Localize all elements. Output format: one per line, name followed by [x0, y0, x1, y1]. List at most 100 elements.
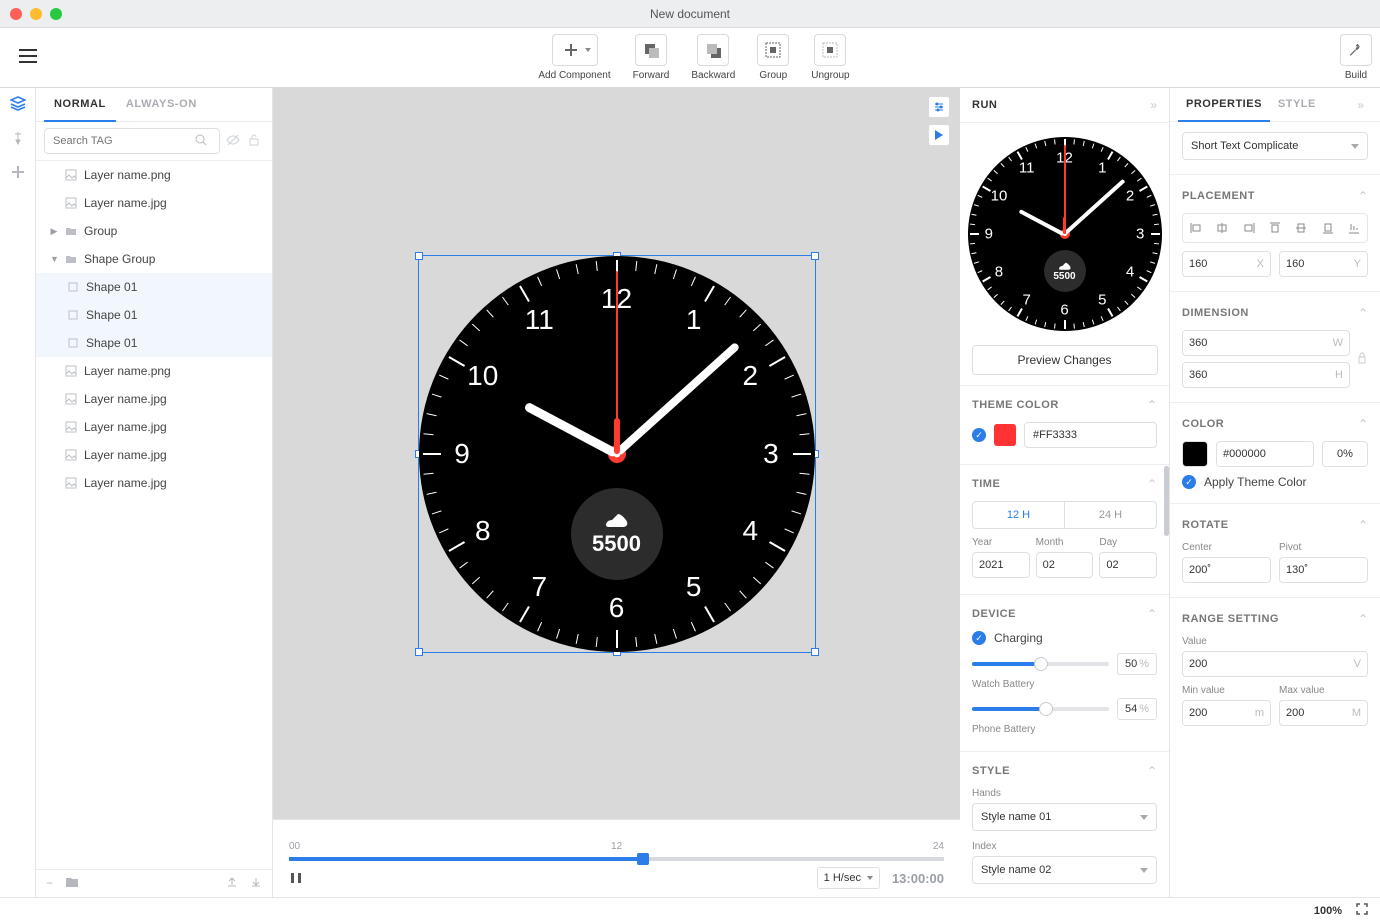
max-input[interactable]: 200M — [1279, 700, 1368, 726]
tab-properties[interactable]: PROPERTIES — [1178, 88, 1270, 122]
backward-button[interactable]: Backward — [691, 34, 735, 81]
collapse-section-icon[interactable]: ⌃ — [1358, 189, 1368, 203]
forward-button[interactable]: Forward — [633, 34, 670, 81]
width-input[interactable]: 360W — [1182, 330, 1350, 356]
tab-style[interactable]: STYLE — [1270, 88, 1324, 121]
collapse-section-icon[interactable]: ⌃ — [1358, 518, 1368, 532]
collapse-props-icon[interactable]: » — [1357, 98, 1372, 112]
layer-group[interactable]: ▶ Group — [36, 217, 272, 245]
layer-item[interactable]: Layer name.jpg — [36, 385, 272, 413]
align-center-h-icon[interactable] — [1211, 218, 1233, 238]
selection-box[interactable]: 5500 123456789101112 — [418, 255, 816, 653]
timeline-ruler[interactable]: 00 12 24 — [289, 841, 944, 861]
tab-always-on[interactable]: ALWAYS-ON — [116, 88, 207, 121]
layer-item[interactable]: Layer name.jpg — [36, 189, 272, 217]
theme-color-swatch[interactable] — [994, 424, 1016, 446]
layer-item[interactable]: Layer name.jpg — [36, 441, 272, 469]
align-center-v-icon[interactable] — [1290, 218, 1312, 238]
group-button[interactable]: Group — [757, 34, 789, 81]
phone-battery-slider[interactable] — [972, 707, 1109, 711]
align-top-icon[interactable] — [1264, 218, 1286, 238]
caret-down-icon[interactable]: ▼ — [50, 254, 58, 264]
y-input[interactable]: 160Y — [1279, 251, 1368, 277]
playback-rate-select[interactable]: 1 H/sec — [817, 867, 880, 889]
menu-button[interactable] — [19, 49, 37, 66]
add-component-button[interactable]: Add Component — [538, 34, 610, 81]
color-hex-input[interactable]: #000000 — [1216, 441, 1314, 467]
search-input[interactable] — [53, 135, 195, 147]
day-input[interactable]: 02 — [1099, 552, 1157, 578]
height-input[interactable]: 360H — [1182, 362, 1350, 388]
watch-battery-input[interactable]: 50% — [1117, 653, 1157, 675]
fullscreen-icon[interactable] — [1356, 903, 1368, 918]
add-rail-icon[interactable] — [10, 164, 26, 180]
collapse-section-icon[interactable]: ⌃ — [1147, 764, 1157, 778]
new-folder-icon[interactable] — [65, 876, 79, 891]
opacity-input[interactable]: 0% — [1322, 441, 1368, 467]
seg-24h[interactable]: 24 H — [1065, 502, 1156, 528]
visibility-toggle-icon[interactable] — [226, 133, 242, 150]
collapse-section-icon[interactable]: ⌃ — [1358, 612, 1368, 626]
watch-battery-slider[interactable] — [972, 662, 1109, 666]
canvas[interactable]: 5500 123456789101112 — [273, 88, 960, 819]
resize-handle[interactable] — [415, 252, 423, 260]
preview-changes-button[interactable]: Preview Changes — [972, 345, 1158, 375]
align-bottom-icon[interactable] — [1317, 218, 1339, 238]
layer-item[interactable]: Shape 01 — [36, 273, 272, 301]
build-button[interactable]: Build — [1340, 34, 1372, 81]
close-window-button[interactable] — [10, 8, 22, 20]
resize-handle[interactable] — [811, 252, 819, 260]
theme-color-enabled-checkbox[interactable] — [972, 428, 986, 442]
collapse-section-icon[interactable]: ⌃ — [1147, 607, 1157, 621]
align-left-icon[interactable] — [1185, 218, 1207, 238]
layer-group[interactable]: ▼ Shape Group — [36, 245, 272, 273]
layer-item[interactable]: Layer name.png — [36, 357, 272, 385]
month-input[interactable]: 02 — [1036, 552, 1094, 578]
min-input[interactable]: 200m — [1182, 700, 1271, 726]
pin-rail-icon[interactable] — [10, 130, 26, 146]
color-swatch[interactable] — [1182, 441, 1208, 467]
seg-12h[interactable]: 12 H — [973, 502, 1065, 528]
layer-item[interactable]: Shape 01 — [36, 329, 272, 357]
layer-item[interactable]: Layer name.png — [36, 161, 272, 189]
maximize-window-button[interactable] — [50, 8, 62, 20]
caret-right-icon[interactable]: ▶ — [50, 226, 58, 237]
distribute-icon[interactable] — [1343, 218, 1365, 238]
download-icon[interactable] — [250, 876, 262, 891]
collapse-run-icon[interactable]: » — [1150, 98, 1157, 112]
lock-toggle-icon[interactable] — [248, 134, 264, 149]
layers-rail-icon[interactable] — [10, 96, 26, 112]
charging-checkbox[interactable] — [972, 631, 986, 645]
theme-color-input[interactable]: #FF3333 — [1024, 422, 1157, 448]
upload-icon[interactable] — [226, 876, 238, 891]
hands-select[interactable]: Style name 01 — [972, 803, 1157, 831]
collapse-section-icon[interactable]: ⌃ — [1358, 417, 1368, 431]
search-input-wrap[interactable] — [44, 128, 220, 154]
remove-layer-icon[interactable]: − — [46, 876, 53, 891]
collapse-section-icon[interactable]: ⌃ — [1147, 398, 1157, 412]
layer-item[interactable]: Layer name.jpg — [36, 413, 272, 441]
timeline-thumb[interactable] — [637, 853, 649, 865]
minimize-window-button[interactable] — [30, 8, 42, 20]
collapse-section-icon[interactable]: ⌃ — [1147, 477, 1157, 491]
pause-button[interactable] — [289, 871, 303, 885]
collapse-section-icon[interactable]: ⌃ — [1358, 306, 1368, 320]
lock-aspect-icon[interactable] — [1356, 352, 1368, 367]
ungroup-button[interactable]: Ungroup — [811, 34, 849, 81]
zoom-level[interactable]: 100% — [1314, 905, 1342, 917]
layer-item[interactable]: Layer name.jpg — [36, 469, 272, 497]
resize-handle[interactable] — [811, 648, 819, 656]
component-type-select[interactable]: Short Text Complicate — [1182, 132, 1368, 160]
center-input[interactable]: 200˚ — [1182, 557, 1271, 583]
align-right-icon[interactable] — [1238, 218, 1260, 238]
index-select[interactable]: Style name 02 — [972, 856, 1157, 884]
pivot-input[interactable]: 130˚ — [1279, 557, 1368, 583]
tab-normal[interactable]: NORMAL — [44, 88, 116, 122]
scrollbar[interactable] — [1164, 466, 1169, 536]
phone-battery-input[interactable]: 54% — [1117, 698, 1157, 720]
x-input[interactable]: 160X — [1182, 251, 1271, 277]
apply-theme-checkbox[interactable] — [1182, 475, 1196, 489]
layer-item[interactable]: Shape 01 — [36, 301, 272, 329]
resize-handle[interactable] — [415, 648, 423, 656]
value-input[interactable]: 200V — [1182, 651, 1368, 677]
